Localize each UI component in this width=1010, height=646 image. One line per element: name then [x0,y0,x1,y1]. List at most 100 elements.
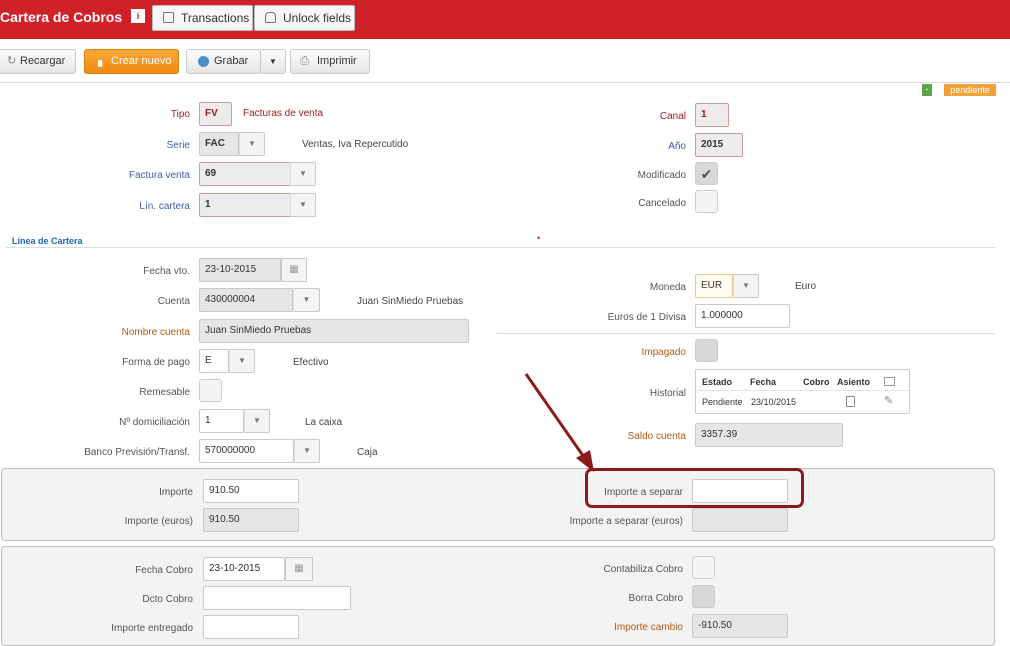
factura-venta-dropdown[interactable]: ▼ [290,162,316,186]
modificado-checkbox[interactable]: ✔ [695,162,718,185]
remesable-checkbox[interactable] [199,379,222,402]
moneda-dropdown[interactable]: ▼ [733,274,759,298]
euros-divisa-input[interactable]: 1.000000 [695,304,790,328]
col-estado: Estado [702,377,733,387]
table-divider [696,390,909,391]
highlight-box [585,468,804,508]
fecha-cobro-label: Fecha Cobro [135,565,193,576]
document-icon[interactable] [846,396,855,407]
linea-cartera-label: Lín. cartera [139,201,190,212]
borra-cobro-checkbox[interactable] [692,585,715,608]
importe-euros-label: Importe (euros) [124,516,193,527]
forma-pago-dropdown[interactable]: ▼ [229,349,255,373]
anio-input[interactable]: 2015 [695,133,743,157]
section-title-linea-cartera: Línea de Cartera [12,236,83,246]
calendar-icon[interactable]: ▦ [285,557,313,581]
arrow-head [576,450,594,472]
importe-separar-euros-label: Importe a separar (euros) [569,516,683,527]
banco-label: Banco Previsión/Transf. [84,447,190,458]
serie-description: Ventas, Iva Repercutido [302,139,409,150]
unlock-fields-button[interactable]: Unlock fields [254,5,355,31]
importe-cambio-input[interactable]: -910.50 [692,614,788,638]
tipo-input[interactable]: FV [199,102,232,126]
serie-label: Serie [166,140,190,151]
cancelado-checkbox[interactable] [695,190,718,213]
moneda-input[interactable]: EUR [695,274,733,298]
serie-input[interactable]: FAC [199,132,239,156]
cuenta-description: Juan SinMiedo Pruebas [357,296,464,307]
linea-cartera-input[interactable]: 1 [199,193,291,217]
impagado-checkbox[interactable] [695,339,718,362]
unlock-fields-label: Unlock fields [283,11,352,25]
row-fecha: 23/10/2015 [751,397,797,407]
save-options-caret[interactable]: ▼ [260,49,286,74]
cuenta-input[interactable]: 430000004 [199,288,293,312]
print-button[interactable]: ⎙ Imprimir [290,49,370,74]
fecha-cobro-input[interactable]: 23-10-2015 [203,557,285,581]
banco-description: Caja [357,447,378,458]
importe-label: Importe [159,487,193,498]
contabiliza-cobro-label: Contabiliza Cobro [603,564,684,575]
create-new-button[interactable]: ▖ Crear nuevo [84,49,179,74]
importe-input[interactable]: 910.50 [203,479,299,503]
importe-euros-input[interactable]: 910.50 [203,508,299,532]
borra-cobro-label: Borra Cobro [628,593,683,604]
nombre-cuenta-input[interactable]: Juan SinMiedo Pruebas [199,319,469,343]
contabiliza-cobro-checkbox[interactable] [692,556,715,579]
domiciliacion-label: Nº domiciliación [119,417,190,428]
euros-divisa-label: Euros de 1 Divisa [607,312,686,323]
status-indicator: - [922,84,932,96]
importe-separar-euros-input[interactable] [692,508,788,532]
section-divider [6,247,995,248]
columns-icon[interactable] [884,377,895,386]
col-fecha: Fecha [750,377,777,387]
section-marker: • [537,233,541,243]
saldo-cuenta-input[interactable]: 3357.39 [695,423,843,447]
importe-cambio-label: Importe cambio [614,622,683,633]
caret-down-icon: ▼ [302,295,311,304]
save-disk-icon [198,56,209,67]
canal-input[interactable]: 1 [695,103,729,127]
transactions-button[interactable]: Transactions [152,5,253,31]
banco-input[interactable]: 570000000 [199,439,294,463]
domiciliacion-dropdown[interactable]: ▼ [244,409,270,433]
tipo-description: Facturas de venta [243,108,324,119]
save-label: Grabar [214,55,249,67]
linea-cartera-dropdown[interactable]: ▼ [290,193,316,217]
annotation-arrow [524,373,594,472]
reload-button[interactable]: ↻ Recargar [0,49,76,74]
importe-entregado-label: Importe entregado [111,623,193,634]
save-button[interactable]: Grabar [186,49,261,74]
dcto-cobro-input[interactable] [203,586,351,610]
cuenta-dropdown[interactable]: ▼ [293,288,320,312]
factura-venta-input[interactable]: 69 [199,162,291,186]
saldo-cuenta-label: Saldo cuenta [627,431,686,442]
arrow-shaft [524,373,588,461]
forma-pago-input[interactable]: E [199,349,229,373]
status-badge: pendiente [944,84,996,96]
caret-down-icon: ▼ [238,356,246,365]
info-icon[interactable]: i [131,9,145,23]
domiciliacion-description: La caixa [305,417,343,428]
printer-icon: ⎙ [300,55,309,67]
domiciliacion-input[interactable]: 1 [199,409,244,433]
caret-down-icon: ▼ [253,416,261,425]
importe-entregado-input[interactable] [203,615,299,639]
cuenta-label: Cuenta [157,296,190,307]
fecha-vto-label: Fecha vto. [143,266,190,277]
right-divider [497,333,995,334]
toolbar: ↻ Recargar ▖ Crear nuevo Grabar ▼ ⎙ Impr… [0,39,1010,83]
factura-venta-label: Factura venta [128,170,190,181]
pencil-icon[interactable]: ✎ [884,394,893,407]
historial-table: Estado Fecha Cobro Asiento Pendiente 23/… [695,369,910,414]
banco-dropdown[interactable]: ▼ [294,439,320,463]
create-new-label: Crear nuevo [111,55,172,67]
new-document-icon: ▖ [98,55,107,67]
checkmark-icon: ✔ [700,166,713,182]
calendar-icon[interactable]: ▦ [281,258,307,282]
caret-down-icon: ▼ [248,139,256,148]
fecha-vto-input[interactable]: 23-10-2015 [199,258,281,282]
moneda-description: Euro [795,281,817,292]
modificado-label: Modificado [637,170,686,181]
serie-dropdown[interactable]: ▼ [239,132,265,156]
